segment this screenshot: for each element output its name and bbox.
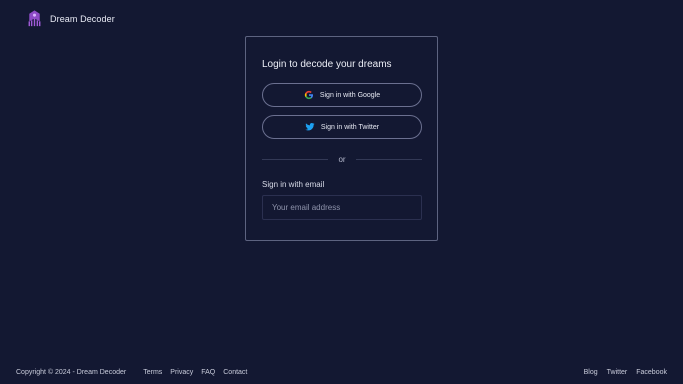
brand-name[interactable]: Dream Decoder xyxy=(50,14,115,24)
google-icon xyxy=(304,90,313,100)
google-signin-button[interactable]: Sign in with Google xyxy=(262,83,422,107)
google-signin-label: Sign in with Google xyxy=(319,91,381,99)
brain-logo-icon[interactable] xyxy=(25,9,44,28)
or-divider: or xyxy=(262,154,422,164)
footer-left: Copyright © 2024 - Dream Decoder Terms P… xyxy=(16,369,255,376)
email-signin-label: Sign in with email xyxy=(262,180,325,189)
divider-line-right xyxy=(355,158,422,160)
footer-link-blog[interactable]: Blog xyxy=(584,369,598,376)
twitter-signin-label: Sign in with Twitter xyxy=(320,123,380,131)
login-title: Login to decode your dreams xyxy=(262,59,392,70)
footer-link-twitter[interactable]: Twitter xyxy=(607,369,628,376)
footer-link-facebook[interactable]: Facebook xyxy=(636,369,667,376)
twitter-bird-icon xyxy=(305,123,315,131)
login-card: Login to decode your dreams Sign in with… xyxy=(245,36,438,241)
footer-right: Blog Twitter Facebook xyxy=(584,369,667,376)
divider-or-text: or xyxy=(338,154,346,164)
footer-link-faq[interactable]: FAQ xyxy=(201,369,215,376)
divider-line-left xyxy=(262,158,329,160)
footer-link-contact[interactable]: Contact xyxy=(223,369,247,376)
twitter-signin-button[interactable]: Sign in with Twitter xyxy=(262,115,422,139)
email-input[interactable] xyxy=(262,195,422,220)
app-header: Dream Decoder xyxy=(25,9,115,28)
footer-link-terms[interactable]: Terms xyxy=(143,369,162,376)
footer-copyright: Copyright © 2024 - Dream Decoder xyxy=(16,369,127,376)
footer-link-privacy[interactable]: Privacy xyxy=(170,369,193,376)
